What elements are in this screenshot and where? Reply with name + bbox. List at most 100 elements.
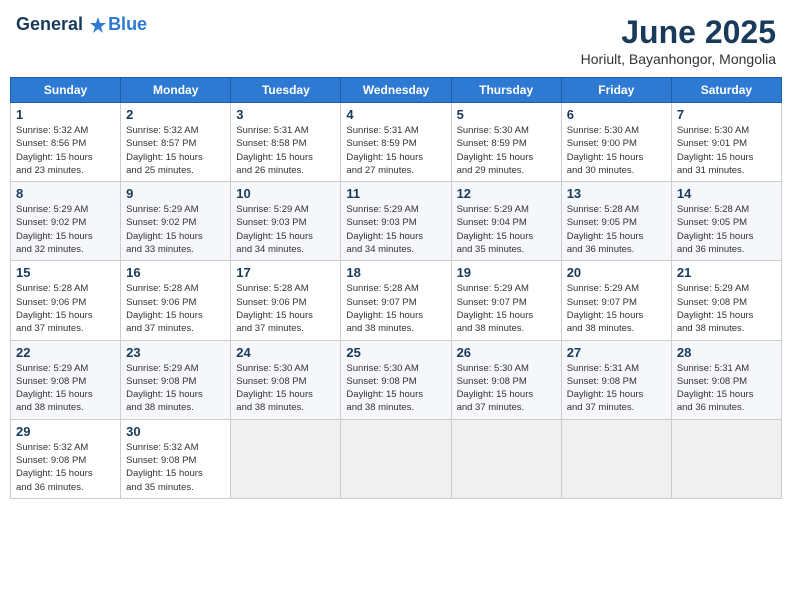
calendar-header-row: SundayMondayTuesdayWednesdayThursdayFrid… [11, 78, 782, 103]
day-number: 27 [567, 345, 666, 360]
day-info: Sunrise: 5:29 AM Sunset: 9:07 PM Dayligh… [457, 282, 556, 335]
sunrise-label: Sunrise: 5:29 AM [16, 363, 88, 374]
sunset-label: Sunset: 8:59 PM [457, 138, 527, 149]
daylight-label: Daylight: 15 hours [677, 310, 754, 321]
subtitle: Horiult, Bayanhongor, Mongolia [581, 51, 776, 67]
sunrise-label: Sunrise: 5:32 AM [126, 442, 198, 453]
calendar-cell: 2 Sunrise: 5:32 AM Sunset: 8:57 PM Dayli… [121, 103, 231, 182]
sunset-label: Sunset: 9:05 PM [677, 217, 747, 228]
sunrise-label: Sunrise: 5:31 AM [677, 363, 749, 374]
calendar-cell: 3 Sunrise: 5:31 AM Sunset: 8:58 PM Dayli… [231, 103, 341, 182]
daylight-label: Daylight: 15 hours [457, 310, 534, 321]
day-number: 28 [677, 345, 776, 360]
sunrise-label: Sunrise: 5:29 AM [16, 204, 88, 215]
daylight-label: Daylight: 15 hours [346, 389, 423, 400]
sunset-label: Sunset: 8:56 PM [16, 138, 86, 149]
calendar-cell: 13 Sunrise: 5:28 AM Sunset: 9:05 PM Dayl… [561, 182, 671, 261]
sunrise-label: Sunrise: 5:29 AM [236, 204, 308, 215]
day-info: Sunrise: 5:29 AM Sunset: 9:08 PM Dayligh… [677, 282, 776, 335]
calendar-cell [341, 419, 451, 498]
sunrise-label: Sunrise: 5:28 AM [236, 283, 308, 294]
daylight-minutes: and 31 minutes. [677, 165, 745, 176]
sunrise-label: Sunrise: 5:32 AM [16, 125, 88, 136]
day-number: 22 [16, 345, 115, 360]
calendar-body: 1 Sunrise: 5:32 AM Sunset: 8:56 PM Dayli… [11, 103, 782, 499]
daylight-label: Daylight: 15 hours [236, 231, 313, 242]
sunset-label: Sunset: 9:05 PM [567, 217, 637, 228]
calendar-cell: 7 Sunrise: 5:30 AM Sunset: 9:01 PM Dayli… [671, 103, 781, 182]
day-info: Sunrise: 5:29 AM Sunset: 9:02 PM Dayligh… [16, 203, 115, 256]
daylight-label: Daylight: 15 hours [457, 389, 534, 400]
sunrise-label: Sunrise: 5:30 AM [457, 363, 529, 374]
sunrise-label: Sunrise: 5:30 AM [346, 363, 418, 374]
col-header-sunday: Sunday [11, 78, 121, 103]
day-info: Sunrise: 5:28 AM Sunset: 9:05 PM Dayligh… [567, 203, 666, 256]
calendar-week-row: 15 Sunrise: 5:28 AM Sunset: 9:06 PM Dayl… [11, 261, 782, 340]
day-info: Sunrise: 5:30 AM Sunset: 9:08 PM Dayligh… [236, 362, 335, 415]
sunset-label: Sunset: 9:08 PM [16, 376, 86, 387]
sunrise-label: Sunrise: 5:31 AM [567, 363, 639, 374]
sunrise-label: Sunrise: 5:29 AM [677, 283, 749, 294]
daylight-minutes: and 36 minutes. [677, 402, 745, 413]
sunset-label: Sunset: 9:08 PM [126, 455, 196, 466]
daylight-label: Daylight: 15 hours [567, 310, 644, 321]
day-number: 24 [236, 345, 335, 360]
day-info: Sunrise: 5:28 AM Sunset: 9:06 PM Dayligh… [236, 282, 335, 335]
daylight-label: Daylight: 15 hours [567, 152, 644, 163]
sunset-label: Sunset: 9:03 PM [236, 217, 306, 228]
day-number: 9 [126, 186, 225, 201]
daylight-minutes: and 25 minutes. [126, 165, 194, 176]
day-number: 11 [346, 186, 445, 201]
day-number: 21 [677, 265, 776, 280]
day-number: 13 [567, 186, 666, 201]
calendar-cell: 28 Sunrise: 5:31 AM Sunset: 9:08 PM Dayl… [671, 340, 781, 419]
daylight-label: Daylight: 15 hours [16, 152, 93, 163]
daylight-minutes: and 38 minutes. [236, 402, 304, 413]
day-number: 3 [236, 107, 335, 122]
logo: General Blue [16, 14, 147, 35]
day-info: Sunrise: 5:28 AM Sunset: 9:06 PM Dayligh… [16, 282, 115, 335]
calendar-cell: 5 Sunrise: 5:30 AM Sunset: 8:59 PM Dayli… [451, 103, 561, 182]
calendar-cell: 8 Sunrise: 5:29 AM Sunset: 9:02 PM Dayli… [11, 182, 121, 261]
calendar-cell: 21 Sunrise: 5:29 AM Sunset: 9:08 PM Dayl… [671, 261, 781, 340]
calendar-cell: 25 Sunrise: 5:30 AM Sunset: 9:08 PM Dayl… [341, 340, 451, 419]
title-area: June 2025 Horiult, Bayanhongor, Mongolia [581, 14, 776, 67]
day-number: 26 [457, 345, 556, 360]
logo-general-text: General [16, 14, 108, 35]
sunset-label: Sunset: 9:06 PM [236, 297, 306, 308]
day-number: 16 [126, 265, 225, 280]
daylight-label: Daylight: 15 hours [126, 310, 203, 321]
daylight-label: Daylight: 15 hours [126, 468, 203, 479]
sunset-label: Sunset: 9:07 PM [346, 297, 416, 308]
calendar-cell: 22 Sunrise: 5:29 AM Sunset: 9:08 PM Dayl… [11, 340, 121, 419]
daylight-minutes: and 37 minutes. [16, 323, 84, 334]
calendar-cell: 4 Sunrise: 5:31 AM Sunset: 8:59 PM Dayli… [341, 103, 451, 182]
daylight-minutes: and 27 minutes. [346, 165, 414, 176]
sunset-label: Sunset: 9:07 PM [457, 297, 527, 308]
sunrise-label: Sunrise: 5:30 AM [457, 125, 529, 136]
calendar-week-row: 1 Sunrise: 5:32 AM Sunset: 8:56 PM Dayli… [11, 103, 782, 182]
calendar-cell: 1 Sunrise: 5:32 AM Sunset: 8:56 PM Dayli… [11, 103, 121, 182]
daylight-label: Daylight: 15 hours [567, 389, 644, 400]
day-number: 25 [346, 345, 445, 360]
calendar-cell: 17 Sunrise: 5:28 AM Sunset: 9:06 PM Dayl… [231, 261, 341, 340]
sunrise-label: Sunrise: 5:31 AM [346, 125, 418, 136]
day-info: Sunrise: 5:32 AM Sunset: 8:57 PM Dayligh… [126, 124, 225, 177]
calendar-cell: 27 Sunrise: 5:31 AM Sunset: 9:08 PM Dayl… [561, 340, 671, 419]
sunset-label: Sunset: 9:08 PM [457, 376, 527, 387]
daylight-minutes: and 34 minutes. [346, 244, 414, 255]
daylight-minutes: and 30 minutes. [567, 165, 635, 176]
calendar-table: SundayMondayTuesdayWednesdayThursdayFrid… [10, 77, 782, 499]
daylight-minutes: and 32 minutes. [16, 244, 84, 255]
sunset-label: Sunset: 9:01 PM [677, 138, 747, 149]
calendar-cell: 29 Sunrise: 5:32 AM Sunset: 9:08 PM Dayl… [11, 419, 121, 498]
sunrise-label: Sunrise: 5:28 AM [677, 204, 749, 215]
day-info: Sunrise: 5:30 AM Sunset: 9:08 PM Dayligh… [346, 362, 445, 415]
daylight-minutes: and 38 minutes. [677, 323, 745, 334]
sunrise-label: Sunrise: 5:29 AM [346, 204, 418, 215]
col-header-monday: Monday [121, 78, 231, 103]
day-info: Sunrise: 5:32 AM Sunset: 9:08 PM Dayligh… [126, 441, 225, 494]
col-header-wednesday: Wednesday [341, 78, 451, 103]
day-number: 14 [677, 186, 776, 201]
day-info: Sunrise: 5:28 AM Sunset: 9:07 PM Dayligh… [346, 282, 445, 335]
